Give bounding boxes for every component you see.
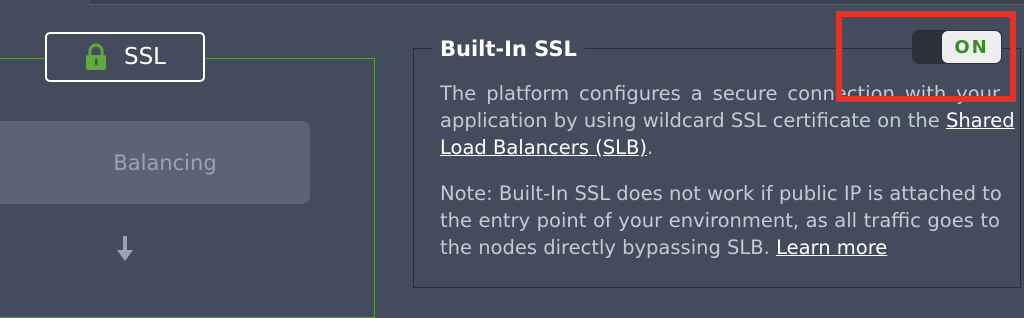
description-text: application by using wildcard SSL certif… <box>440 109 946 132</box>
description-line: application by using wildcard SSL certif… <box>440 107 1015 134</box>
slb-link[interactable]: Shared <box>946 109 1015 132</box>
builtin-ssl-title: Built-In SSL <box>432 33 585 65</box>
arrow-down-icon <box>117 236 133 261</box>
builtin-ssl-note: Note: Built-In SSL does not work if publ… <box>440 180 1002 261</box>
learn-more-link[interactable]: Learn more <box>776 236 887 259</box>
ssl-badge-label: SSL <box>123 44 166 70</box>
description-line: Load Balancers (SLB). <box>440 134 1000 161</box>
balancing-node[interactable]: Balancing <box>0 121 310 204</box>
top-strip <box>90 0 1024 5</box>
note-line: the nodes directly bypassing SLB. Learn … <box>440 234 1000 261</box>
toggle-highlight-box <box>836 11 1016 102</box>
lock-icon <box>85 43 106 70</box>
note-text: the nodes directly bypassing SLB. <box>440 236 777 259</box>
balancing-label: Balancing <box>113 150 217 175</box>
note-line: the entry point of your environment, as … <box>440 209 1000 232</box>
description-text: . <box>646 136 654 159</box>
ssl-badge[interactable]: SSL <box>45 32 205 82</box>
slb-link-continued[interactable]: Load Balancers (SLB) <box>440 136 647 159</box>
note-line: Note: Built-In SSL does not work if publ… <box>440 182 1002 205</box>
